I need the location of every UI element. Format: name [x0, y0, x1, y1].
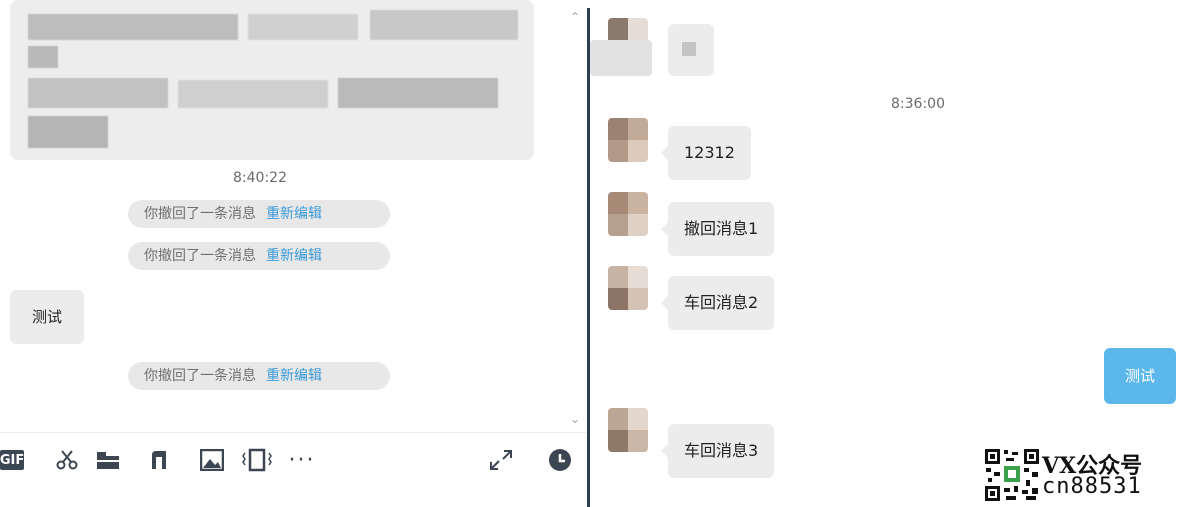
screen-shake-icon[interactable]	[240, 447, 274, 473]
watermark: VX公众号 cn88531	[984, 446, 1180, 504]
qr-code-icon	[984, 448, 1040, 502]
watermark-id: cn88531	[1042, 474, 1142, 499]
recall-notice-text: 你撤回了一条消息	[144, 206, 256, 222]
right-chat-pane: 8:36:00 12312 撤回消息1 车回消息2 测试 车回消息3 VX公众号…	[590, 0, 1181, 507]
recall-notice: 你撤回了一条消息 重新编辑	[128, 200, 390, 228]
music-icon[interactable]	[146, 447, 172, 473]
re-edit-link[interactable]: 重新编辑	[266, 368, 322, 384]
message-timestamp: 8:40:22	[233, 170, 287, 186]
blurred-text-block	[28, 14, 238, 40]
avatar[interactable]	[608, 408, 648, 452]
folder-icon[interactable]	[94, 447, 122, 473]
image-icon[interactable]	[198, 447, 226, 473]
blurred-text-block	[28, 46, 58, 68]
gif-icon[interactable]: GIF	[0, 450, 24, 470]
recall-notice: 你撤回了一条消息 重新编辑	[128, 242, 390, 270]
blurred-text-block	[338, 78, 498, 108]
blurred-name	[590, 40, 652, 76]
blurred-message-bubble	[668, 24, 714, 76]
blurred-text-block	[248, 14, 358, 40]
blurred-text-block	[28, 116, 108, 148]
expand-icon[interactable]	[486, 447, 516, 473]
avatar[interactable]	[608, 118, 648, 162]
blurred-message-bubble	[10, 0, 534, 160]
avatar[interactable]	[608, 192, 648, 236]
blurred-text-block	[178, 80, 328, 108]
avatar[interactable]	[608, 266, 648, 310]
more-icon[interactable]: ···	[280, 447, 324, 473]
chat-message-bubble[interactable]: 撤回消息1	[660, 202, 775, 256]
re-edit-link[interactable]: 重新编辑	[266, 206, 322, 222]
re-edit-link[interactable]: 重新编辑	[266, 248, 322, 264]
recall-notice: 你撤回了一条消息 重新编辑	[128, 362, 390, 390]
blurred-text-block	[28, 78, 168, 108]
left-chat-pane: 8:40:22 你撤回了一条消息 重新编辑 你撤回了一条消息 重新编辑 测试 你撤回…	[0, 0, 586, 507]
scroll-up-icon[interactable]: ⌃	[568, 10, 582, 24]
clock-icon[interactable]	[546, 447, 574, 473]
message-timestamp: 8:36:00	[891, 96, 945, 112]
scroll-down-icon[interactable]: ⌄	[568, 412, 582, 426]
input-toolbar: GIF ···	[0, 432, 586, 488]
recall-notice-text: 你撤回了一条消息	[144, 368, 256, 384]
scissors-icon[interactable]	[54, 447, 80, 473]
chat-message-bubble[interactable]: 车回消息3	[660, 424, 775, 478]
sent-message-bubble[interactable]: 测试	[1104, 348, 1176, 404]
chat-message-bubble[interactable]: 车回消息2	[660, 276, 775, 330]
recall-notice-text: 你撤回了一条消息	[144, 248, 256, 264]
chat-message-bubble[interactable]: 测试	[10, 290, 84, 344]
blurred-text-block	[370, 10, 518, 40]
chat-message-bubble[interactable]: 12312	[661, 126, 751, 180]
